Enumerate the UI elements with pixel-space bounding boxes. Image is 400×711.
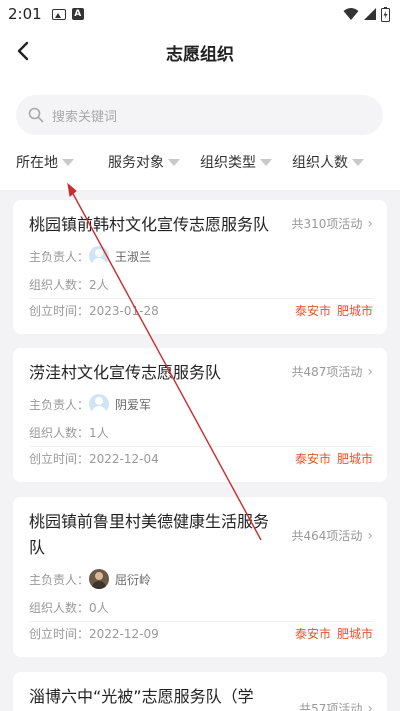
region-tags: 泰安市 肥城市 <box>295 302 373 319</box>
activity-count-link[interactable]: 共310项活动 › <box>291 215 373 232</box>
created-value: 2023-01-28 <box>89 303 159 318</box>
org-card[interactable]: 涝洼村文化宣传志愿服务队 共487项活动 › 主负责人： 阴爱军 组织人数： 1… <box>13 348 387 482</box>
activity-count: 共464项活动 <box>291 529 363 543</box>
region-tag: 肥城市 <box>336 304 373 318</box>
dropdown-triangle-icon <box>260 158 272 166</box>
nav-bar: 志愿组织 <box>0 28 400 74</box>
region-tag: 泰安市 <box>294 304 331 318</box>
filter-label: 服务对象 <box>108 155 164 171</box>
region-tag: 泰安市 <box>294 452 331 466</box>
org-card[interactable]: 淄博六中“光被”志愿服务队（学 共57项活动 › <box>13 672 387 711</box>
divider <box>29 298 373 299</box>
created-label: 创立时间： <box>29 452 90 466</box>
activity-count: 共310项活动 <box>291 217 363 231</box>
org-title: 桃园镇前韩村文化宣传志愿服务队 <box>29 215 270 234</box>
filter-label: 组织人数 <box>292 155 348 171</box>
members-row: 组织人数： 0人 <box>29 599 109 616</box>
chevron-right-icon: › <box>367 527 373 544</box>
dropdown-triangle-icon <box>168 158 180 166</box>
created-row: 创立时间： 2022-12-04 <box>29 450 159 467</box>
dropdown-triangle-icon <box>352 158 364 166</box>
app-notification-icon: A <box>71 8 84 20</box>
created-label: 创立时间： <box>29 627 90 641</box>
search-section: 搜索关键词 所在地 服务对象 组织类型 组织人数 <box>0 74 400 190</box>
activity-count-link[interactable]: 共487项活动 › <box>291 363 373 380</box>
leader-row: 主负责人： 王淑兰 <box>29 246 151 266</box>
members-label: 组织人数： <box>29 426 90 440</box>
region-tags: 泰安市 肥城市 <box>295 450 373 467</box>
battery-icon <box>381 6 390 22</box>
search-input[interactable]: 搜索关键词 <box>16 95 383 135</box>
org-card[interactable]: 桃园镇前鲁里村美德健康生活服务队 共464项活动 › 主负责人： 屈衍岭 组织人… <box>13 497 387 657</box>
avatar <box>89 246 110 266</box>
filter-bar: 所在地 服务对象 组织类型 组织人数 <box>0 150 400 180</box>
filter-label: 组织类型 <box>200 155 256 171</box>
created-value: 2022-12-04 <box>89 451 159 466</box>
search-icon <box>28 107 44 123</box>
region-tag: 泰安市 <box>294 627 331 641</box>
filter-org-type[interactable]: 组织类型 <box>200 150 272 174</box>
members-value: 0人 <box>89 601 109 615</box>
members-label: 组织人数： <box>29 601 90 615</box>
org-title: 桃园镇前鲁里村美德健康生活服务队 <box>29 512 270 557</box>
filter-location[interactable]: 所在地 <box>16 150 74 174</box>
chevron-right-icon: › <box>367 700 373 711</box>
members-row: 组织人数： 1人 <box>29 424 109 441</box>
members-value: 1人 <box>89 426 109 440</box>
leader-name: 阴爱军 <box>115 397 152 412</box>
members-row: 组织人数： 2人 <box>29 276 109 293</box>
leader-name: 王淑兰 <box>115 249 152 264</box>
created-row: 创立时间： 2022-12-09 <box>29 625 159 642</box>
region-tag: 肥城市 <box>336 452 373 466</box>
created-row: 创立时间： 2023-01-28 <box>29 302 159 319</box>
status-bar: 2:01 A <box>0 0 400 28</box>
created-label: 创立时间： <box>29 304 90 318</box>
dropdown-triangle-icon <box>62 158 74 166</box>
image-notification-icon <box>51 8 66 20</box>
leader-label: 主负责人： <box>29 249 90 264</box>
avatar <box>89 394 110 414</box>
chevron-right-icon: › <box>367 215 373 232</box>
activity-count: 共57项活动 <box>299 702 363 711</box>
org-card[interactable]: 桃园镇前韩村文化宣传志愿服务队 共310项活动 › 主负责人： 王淑兰 组织人数… <box>13 200 387 334</box>
org-title: 淄博六中“光被”志愿服务队（学 <box>29 687 254 706</box>
leader-row: 主负责人： 屈衍岭 <box>29 569 151 589</box>
org-title: 涝洼村文化宣传志愿服务队 <box>29 363 222 382</box>
wifi-icon <box>343 8 359 20</box>
leader-row: 主负责人： 阴爱军 <box>29 394 151 414</box>
chevron-right-icon: › <box>367 363 373 380</box>
region-tag: 肥城市 <box>336 627 373 641</box>
created-value: 2022-12-09 <box>89 626 159 641</box>
activity-count-link[interactable]: 共464项活动 › <box>291 527 373 544</box>
page-title: 志愿组织 <box>166 45 234 65</box>
activity-count-link[interactable]: 共57项活动 › <box>299 700 373 711</box>
members-label: 组织人数： <box>29 278 90 292</box>
signal-icon <box>364 8 376 20</box>
avatar <box>89 569 110 589</box>
status-time: 2:01 <box>8 5 42 23</box>
divider <box>29 621 373 622</box>
divider <box>29 446 373 447</box>
leader-name: 屈衍岭 <box>115 572 152 587</box>
search-placeholder: 搜索关键词 <box>52 109 118 125</box>
activity-count: 共487项活动 <box>291 365 363 379</box>
filter-service-target[interactable]: 服务对象 <box>108 150 180 174</box>
filter-label: 所在地 <box>16 155 58 171</box>
leader-label: 主负责人： <box>29 397 90 412</box>
filter-org-size[interactable]: 组织人数 <box>292 150 364 174</box>
members-value: 2人 <box>89 278 109 292</box>
region-tags: 泰安市 肥城市 <box>295 625 373 642</box>
leader-label: 主负责人： <box>29 572 90 587</box>
